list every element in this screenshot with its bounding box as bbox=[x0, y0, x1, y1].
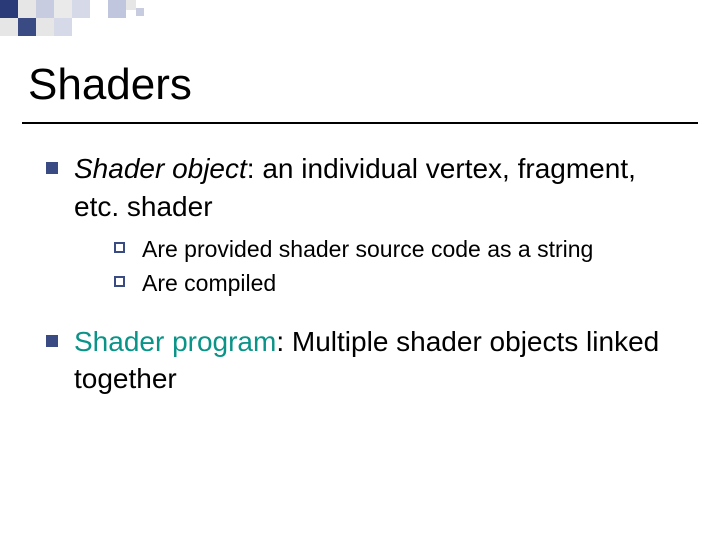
square-bullet-icon bbox=[46, 335, 58, 347]
deco-square bbox=[136, 8, 144, 16]
slide-title: Shaders bbox=[28, 60, 192, 110]
square-bullet-icon bbox=[46, 162, 58, 174]
hollow-square-bullet-icon bbox=[114, 242, 125, 253]
deco-square bbox=[0, 0, 18, 18]
deco-square bbox=[18, 18, 36, 36]
deco-square bbox=[36, 18, 54, 36]
bullet-term: Shader object bbox=[74, 153, 247, 184]
deco-square bbox=[126, 0, 136, 10]
deco-square bbox=[72, 0, 90, 18]
sub-bullet-text: Are provided shader source code as a str… bbox=[142, 236, 593, 262]
sub-bullet-item: Are provided shader source code as a str… bbox=[74, 232, 680, 267]
deco-square bbox=[0, 18, 18, 36]
deco-square bbox=[108, 0, 126, 18]
sub-bullet-item: Are compiled bbox=[74, 266, 680, 301]
bullet-term: Shader program bbox=[74, 326, 276, 357]
deco-square bbox=[54, 0, 72, 18]
deco-square bbox=[36, 0, 54, 18]
slide-body: Shader object: an individual vertex, fra… bbox=[40, 150, 680, 420]
bullet-item: Shader program: Multiple shader objects … bbox=[40, 323, 680, 399]
bullet-item: Shader object: an individual vertex, fra… bbox=[40, 150, 680, 301]
sub-bullet-group: Are provided shader source code as a str… bbox=[74, 232, 680, 301]
title-underline bbox=[22, 122, 698, 124]
deco-square bbox=[18, 0, 36, 18]
hollow-square-bullet-icon bbox=[114, 276, 125, 287]
deco-square bbox=[90, 0, 108, 18]
sub-bullet-text: Are compiled bbox=[142, 270, 276, 296]
deco-square bbox=[54, 18, 72, 36]
corner-decoration bbox=[0, 0, 180, 45]
